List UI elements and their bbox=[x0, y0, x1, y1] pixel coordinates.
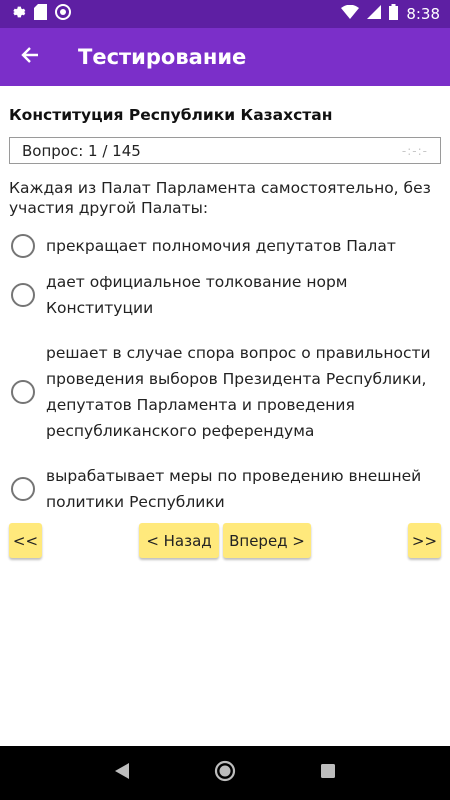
answer-option-2[interactable]: дает официальное толкование норм Констит… bbox=[9, 265, 444, 325]
answer-option-3[interactable]: решает в случае спора вопрос о правильно… bbox=[9, 333, 444, 451]
section-title: Конституция Республики Казахстан bbox=[9, 106, 333, 124]
answer-option-1[interactable]: прекращает полномочия депутатов Палат bbox=[9, 226, 444, 265]
back-triangle-icon bbox=[114, 762, 129, 784]
circle-sync-icon bbox=[55, 4, 71, 24]
system-navigation-bar bbox=[0, 746, 450, 800]
gear-icon bbox=[10, 4, 26, 24]
question-text: Каждая из Палат Парламента самостоятельн… bbox=[9, 179, 431, 217]
question-counter-box: Вопрос: 1 / 145 -:-:- bbox=[9, 137, 441, 164]
radio-button[interactable] bbox=[11, 477, 35, 501]
answer-list: прекращает полномочия депутатов Палат да… bbox=[9, 226, 444, 519]
signal-icon bbox=[367, 5, 382, 23]
back-button[interactable] bbox=[0, 28, 60, 86]
system-recents-button[interactable] bbox=[313, 758, 343, 788]
status-icons-right: 8:38 bbox=[341, 4, 440, 24]
test-content: Конституция Республики Казахстан Вопрос:… bbox=[0, 86, 450, 746]
next-question-button[interactable]: Вперед > bbox=[223, 523, 311, 558]
previous-question-button[interactable]: < Назад bbox=[139, 523, 219, 558]
system-back-button[interactable] bbox=[107, 758, 137, 788]
app-title: Тестирование bbox=[78, 45, 247, 69]
radio-button[interactable] bbox=[11, 233, 35, 258]
timer: -:-:- bbox=[401, 143, 428, 158]
answer-label: дает официальное толкование норм Констит… bbox=[46, 273, 348, 317]
wifi-icon bbox=[341, 4, 360, 23]
radio-button[interactable] bbox=[11, 283, 35, 307]
battery-icon bbox=[389, 4, 399, 24]
status-bar: 8:38 bbox=[0, 0, 450, 28]
arrow-back-icon bbox=[20, 45, 40, 70]
first-question-button[interactable]: << bbox=[9, 523, 42, 558]
status-time: 8:38 bbox=[406, 5, 440, 23]
status-icons-left bbox=[10, 4, 71, 24]
app-bar: Тестирование bbox=[0, 28, 450, 86]
answer-label: вырабатывает меры по проведению внешней … bbox=[46, 467, 422, 511]
recents-square-icon bbox=[321, 763, 336, 783]
answer-option-4[interactable]: вырабатывает меры по проведению внешней … bbox=[9, 459, 444, 519]
navigation-buttons: << < Назад Вперед > >> bbox=[0, 523, 450, 559]
radio-button[interactable] bbox=[11, 380, 35, 404]
answer-label: решает в случае спора вопрос о правильно… bbox=[46, 344, 431, 440]
system-home-button[interactable] bbox=[210, 758, 240, 788]
question-counter: Вопрос: 1 / 145 bbox=[22, 141, 141, 160]
home-circle-icon bbox=[214, 760, 236, 787]
sd-card-icon bbox=[34, 4, 47, 24]
last-question-button[interactable]: >> bbox=[408, 523, 441, 558]
answer-label: прекращает полномочия депутатов Палат bbox=[46, 236, 396, 255]
